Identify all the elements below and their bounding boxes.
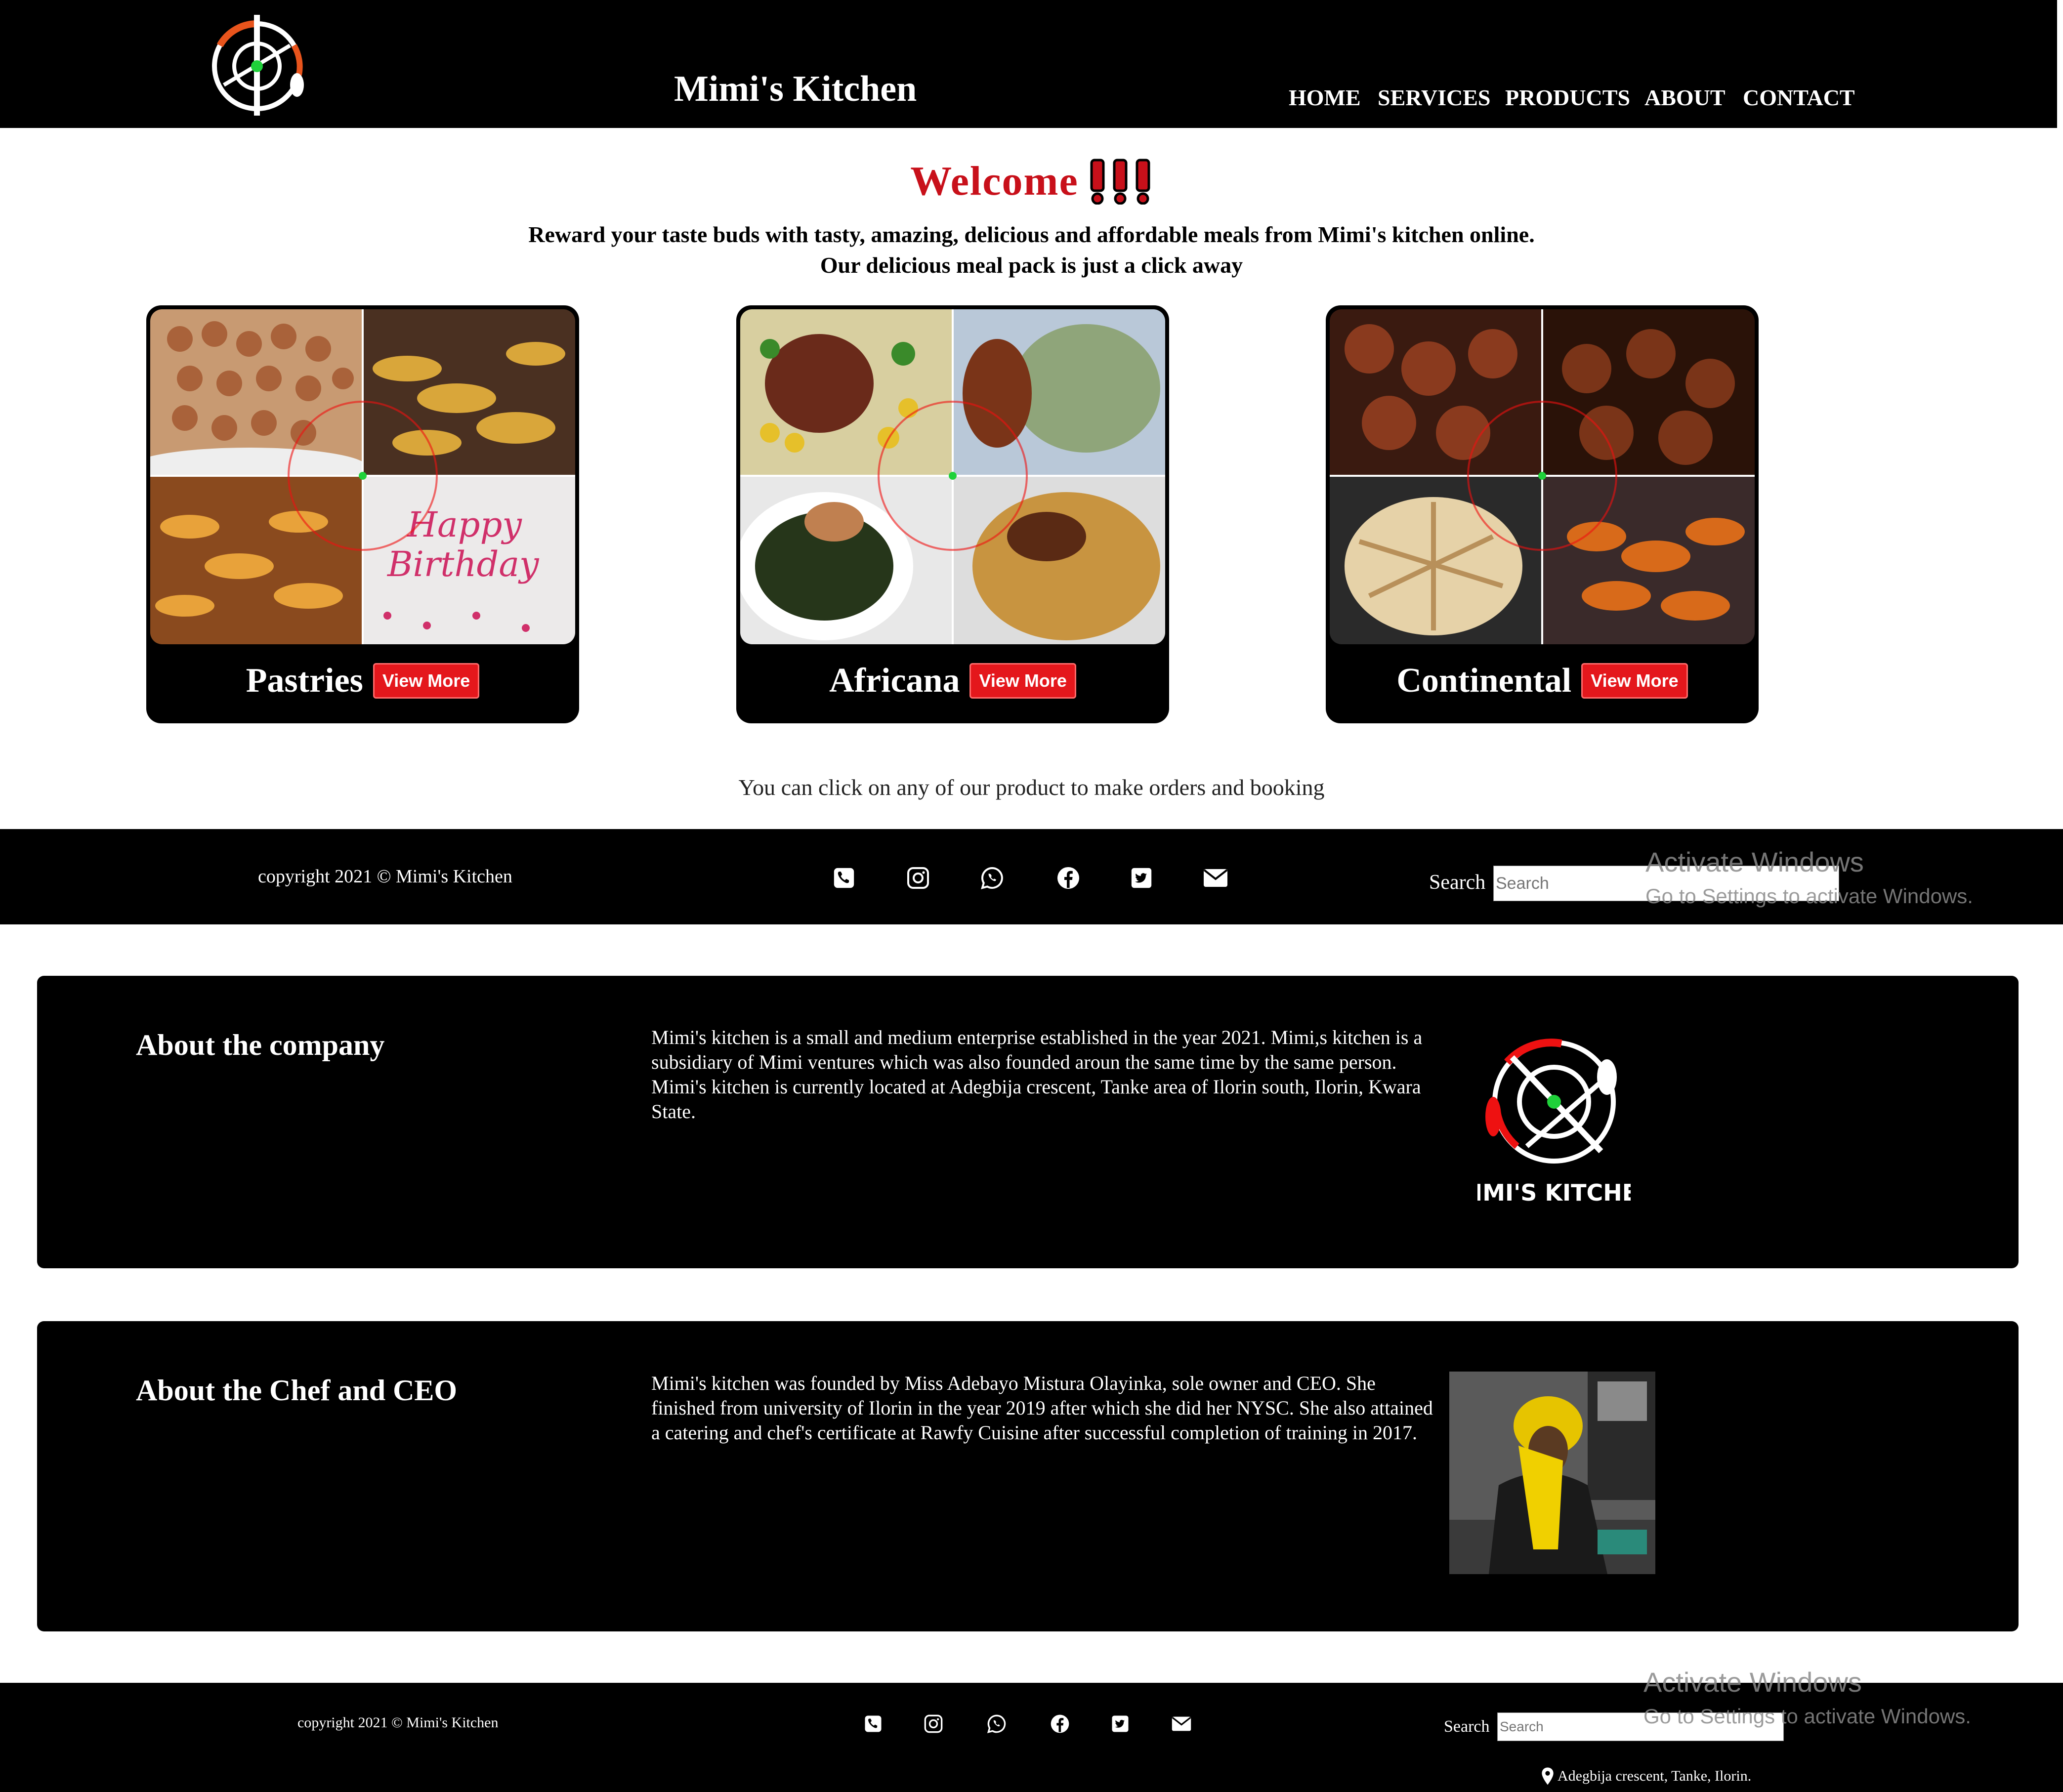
svg-text:Birthday: Birthday [386,544,540,584]
site-logo[interactable] [200,11,314,119]
svg-text:Happy: Happy [406,504,522,545]
welcome-text: Welcome [910,158,1079,204]
africana-image[interactable] [740,309,1165,644]
address-row: Adegbija crescent, Tanke, Ilorin. [1541,1765,1751,1788]
africana-label-row: Africana View More [736,661,1169,701]
mail-icon[interactable] [1201,864,1230,892]
continental-image[interactable] [1330,309,1755,644]
windows-watermark-subtitle: Go to Settings to activate Windows. [1643,1705,1971,1728]
product-card-africana[interactable]: Africana View More [736,305,1169,723]
windows-watermark-subtitle: Go to Settings to activate Windows. [1645,884,1973,908]
nav-contact[interactable]: CONTACT [1743,84,1855,111]
ceo-photo [1449,1372,1655,1574]
africana-title: Africana [829,662,960,700]
order-note: You can click on any of our product to m… [738,775,1325,800]
phone-icon[interactable] [830,864,858,892]
nav-home[interactable]: HOME [1289,84,1361,111]
welcome-heading: Welcome [0,157,2063,215]
whatsapp-icon[interactable] [985,1712,1008,1735]
pastries-label-row: Pastries View More [146,661,579,701]
instagram-icon[interactable] [904,864,932,892]
search-label: Search [1429,871,1486,894]
twitter-icon[interactable] [1128,864,1155,892]
whatsapp-icon[interactable] [978,864,1006,892]
logo-text: MIMI'S KITCHEN [1477,1179,1631,1206]
nav-products[interactable]: PRODUCTS [1505,84,1630,111]
instagram-icon[interactable] [922,1712,945,1735]
windows-watermark-title: Activate Windows [1645,846,1864,877]
about-ceo-panel [37,1321,2019,1631]
pastries-title: Pastries [246,662,363,700]
product-card-pastries[interactable]: Happy Birthday Pastries View More [146,305,579,723]
product-card-continental[interactable]: Continental View More [1326,305,1759,723]
about-company-heading: About the company [136,1029,385,1061]
continental-label-row: Continental View More [1326,661,1759,701]
intro-line-1: Reward your taste buds with tasty, amazi… [528,222,1535,247]
about-ceo-heading: About the Chef and CEO [136,1374,458,1407]
pastries-view-more-button[interactable]: View More [373,663,480,699]
continental-view-more-button[interactable]: View More [1581,663,1688,699]
mail-icon[interactable] [1169,1712,1194,1735]
twitter-icon[interactable] [1109,1712,1132,1735]
facebook-icon[interactable] [1054,864,1082,892]
intro-line-2: Our delicious meal pack is just a click … [820,252,1243,278]
africana-view-more-button[interactable]: View More [969,663,1076,699]
mimis-kitchen-logo: MIMI'S KITCHEN [1451,1033,1657,1210]
continental-title: Continental [1396,662,1572,700]
search-label: Search [1444,1717,1490,1736]
site-title: Mimi's Kitchen [674,69,917,109]
welcome-exclamations [1089,157,1153,215]
facebook-icon[interactable] [1049,1712,1071,1735]
about-ceo-text: Mimi's kitchen was founded by Miss Adeba… [651,1372,1433,1444]
address-text: Adegbija crescent, Tanke, Ilorin. [1558,1768,1752,1784]
location-pin-icon [1541,1767,1555,1786]
footer-bottom-copyright: copyright 2021 © Mimi's Kitchen [297,1714,499,1731]
windows-watermark-title: Activate Windows [1643,1667,1862,1698]
about-company-text: Mimi's kitchen is a small and medium ent… [651,1026,1423,1123]
nav-about[interactable]: ABOUT [1644,84,1726,111]
pastries-image[interactable]: Happy Birthday [150,309,575,644]
nav-services[interactable]: SERVICES [1378,84,1490,111]
phone-icon[interactable] [862,1712,884,1735]
footer-copyright: copyright 2021 © Mimi's Kitchen [258,866,512,887]
